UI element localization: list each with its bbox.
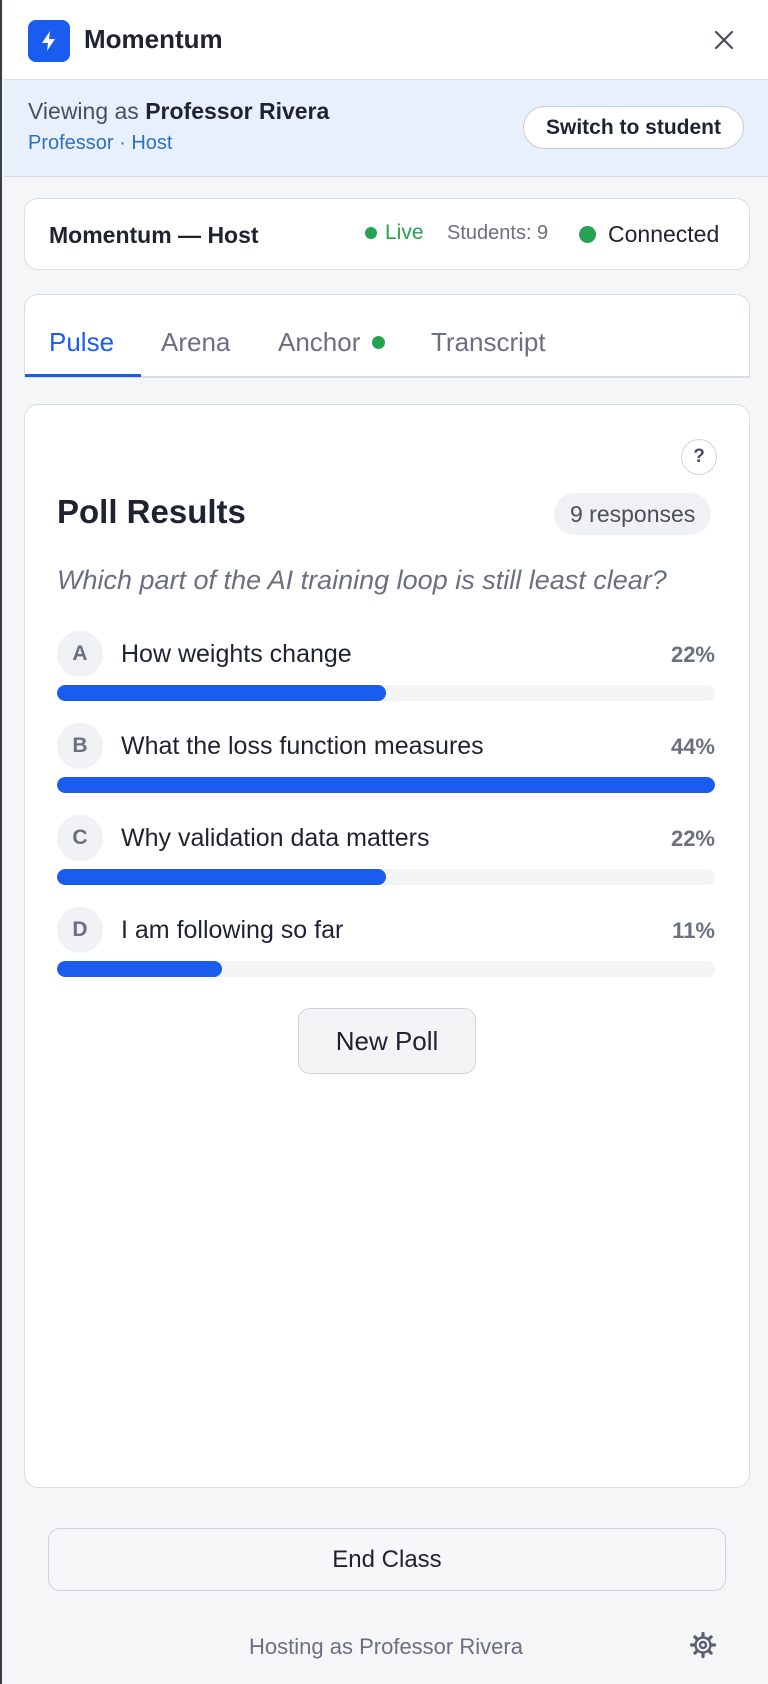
option-percent: 22%	[670, 642, 715, 667]
active-tab-underline	[25, 374, 141, 377]
tab-label: Transcript	[431, 327, 546, 357]
tab-arena[interactable]: Arena	[161, 327, 230, 358]
poll-results-card: ? Poll Results 9 responses Which part of…	[24, 404, 750, 1488]
poll-option-d: D I am following so far 11%	[57, 907, 715, 987]
poll-question: Which part of the AI training loop is st…	[57, 565, 667, 595]
app-header: Momentum	[4, 0, 768, 80]
connection-status: Connected	[579, 221, 719, 248]
option-label: How weights change	[121, 640, 352, 668]
option-letter: A	[57, 631, 103, 677]
tab-pulse[interactable]: Pulse	[49, 327, 114, 358]
session-status-card: Momentum — Host Live Students: 9 Connect…	[24, 198, 750, 270]
switch-to-student-button[interactable]: Switch to student	[523, 106, 744, 149]
option-percent: 44%	[670, 734, 715, 759]
poll-option-a: A How weights change 22%	[57, 631, 715, 711]
option-bar-track	[57, 685, 715, 701]
app-window: Momentum Viewing as Professor Rivera Pro…	[0, 0, 768, 1684]
tab-label: Anchor	[278, 327, 361, 357]
live-dot-icon	[365, 227, 377, 239]
app-title: Momentum	[84, 24, 223, 54]
option-label: I am following so far	[121, 916, 344, 944]
live-indicator: Live	[365, 221, 424, 245]
responses-badge: 9 responses	[554, 493, 712, 535]
option-letter: D	[57, 907, 103, 953]
option-bar-track	[57, 961, 715, 977]
connected-dot-icon	[579, 226, 596, 243]
poll-option-b: B What the loss function measures 44%	[57, 723, 715, 803]
tab-label: Pulse	[49, 327, 115, 357]
live-label: Live	[385, 221, 424, 244]
option-label: What the loss function measures	[121, 732, 484, 760]
tab-label: Arena	[161, 327, 231, 357]
option-percent: 22%	[670, 826, 715, 851]
option-letter: B	[57, 723, 103, 769]
option-percent: 11%	[672, 918, 715, 943]
viewer-role: Professor · Host	[28, 132, 173, 154]
tab-bar: Pulse Arena Anchor Transcript	[24, 294, 750, 378]
help-button[interactable]: ?	[681, 439, 717, 475]
option-bar-track	[57, 869, 715, 885]
tab-anchor[interactable]: Anchor	[278, 327, 386, 358]
viewer-name: Professor Rivera	[145, 98, 330, 124]
option-label: Why validation data matters	[121, 824, 430, 852]
option-letter: C	[57, 815, 103, 861]
lightning-bolt-icon	[28, 20, 70, 62]
viewing-as-text: Viewing as Professor Rivera	[28, 98, 329, 125]
close-icon[interactable]	[710, 26, 738, 54]
viewing-prefix: Viewing as	[28, 98, 139, 124]
session-title: Momentum — Host	[49, 222, 259, 248]
connection-label: Connected	[608, 221, 720, 247]
option-bar-fill	[57, 777, 715, 793]
new-poll-button[interactable]: New Poll	[298, 1008, 476, 1074]
anchor-status-dot-icon	[372, 336, 386, 349]
students-count: Students: 9	[447, 222, 549, 244]
poll-option-c: C Why validation data matters 22%	[57, 815, 715, 895]
option-bar-fill	[57, 685, 386, 701]
hosting-status-text: Hosting as Professor Rivera	[249, 1634, 523, 1659]
option-bar-track	[57, 777, 715, 793]
gear-icon[interactable]	[686, 1628, 720, 1662]
viewing-as-bar: Viewing as Professor Rivera Professor · …	[4, 80, 768, 177]
option-bar-fill	[57, 961, 222, 977]
poll-heading: Poll Results	[57, 493, 246, 530]
tab-transcript[interactable]: Transcript	[431, 327, 546, 358]
end-class-button[interactable]: End Class	[48, 1528, 726, 1591]
option-bar-fill	[57, 869, 386, 885]
